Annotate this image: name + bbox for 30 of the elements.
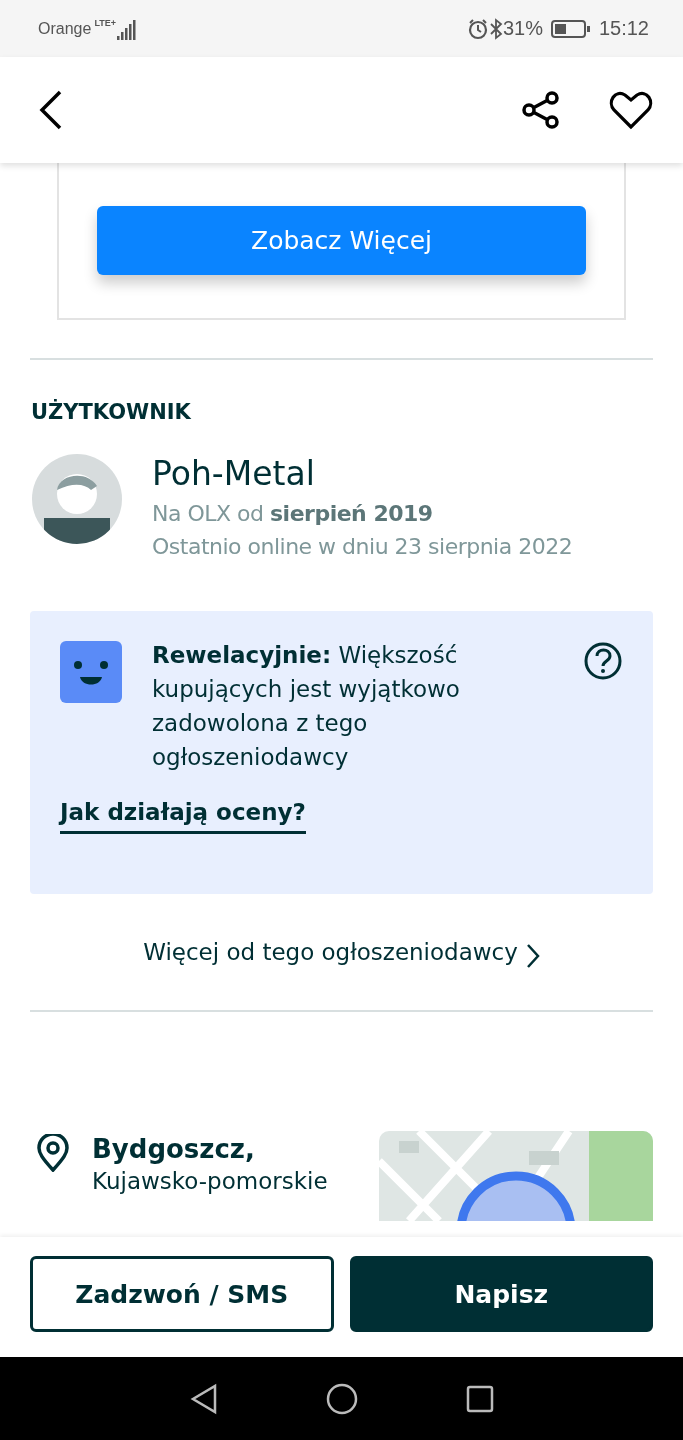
alarm-icon xyxy=(466,17,489,40)
rating-description: Rewelacyjnie: Większość kupujących jest wyjątkowo zadowolona z tego ogłoszeniodawcy xyxy=(152,641,461,772)
last-online: Ostatnio online w dniu 23 sierpnia 2022 xyxy=(152,534,573,559)
battery-percent: 31% xyxy=(502,17,543,40)
battery-icon xyxy=(550,18,591,39)
carrier-name: Orange xyxy=(38,19,92,38)
location-pin-icon xyxy=(36,1134,70,1172)
smiley-icon xyxy=(60,641,122,703)
more-from-seller-link[interactable]: Więcej od tego ogłoszeniodawcy xyxy=(143,939,518,965)
call-button[interactable]: Zadzwoń / SMS xyxy=(30,1256,334,1332)
network-type: LTE+ xyxy=(94,18,116,28)
help-icon[interactable] xyxy=(583,641,623,681)
bluetooth-icon xyxy=(488,17,503,40)
recents-nav-icon[interactable] xyxy=(465,1384,494,1413)
back-nav-icon[interactable] xyxy=(189,1382,218,1415)
member-since: Na OLX od sierpień 2019 xyxy=(152,501,434,526)
user-name: Poh-Metal xyxy=(152,454,316,493)
city-name: Bydgoszcz, xyxy=(92,1134,256,1164)
message-button[interactable]: Napisz xyxy=(349,1256,653,1332)
back-icon[interactable] xyxy=(38,90,64,130)
heart-icon[interactable] xyxy=(609,90,653,130)
section-heading: UŻYTKOWNIK xyxy=(31,400,192,424)
chevron-right-icon xyxy=(525,943,540,969)
see-more-button[interactable]: Zobacz Więcej xyxy=(97,206,586,275)
home-nav-icon[interactable] xyxy=(325,1382,358,1415)
clock-time: 15:12 xyxy=(598,17,649,40)
region-name: Kujawsko-pomorskie xyxy=(92,1168,329,1194)
share-icon[interactable] xyxy=(521,90,561,130)
signal-icon xyxy=(115,17,138,40)
ratings-info-link[interactable]: Jak działają oceny? xyxy=(60,799,306,834)
